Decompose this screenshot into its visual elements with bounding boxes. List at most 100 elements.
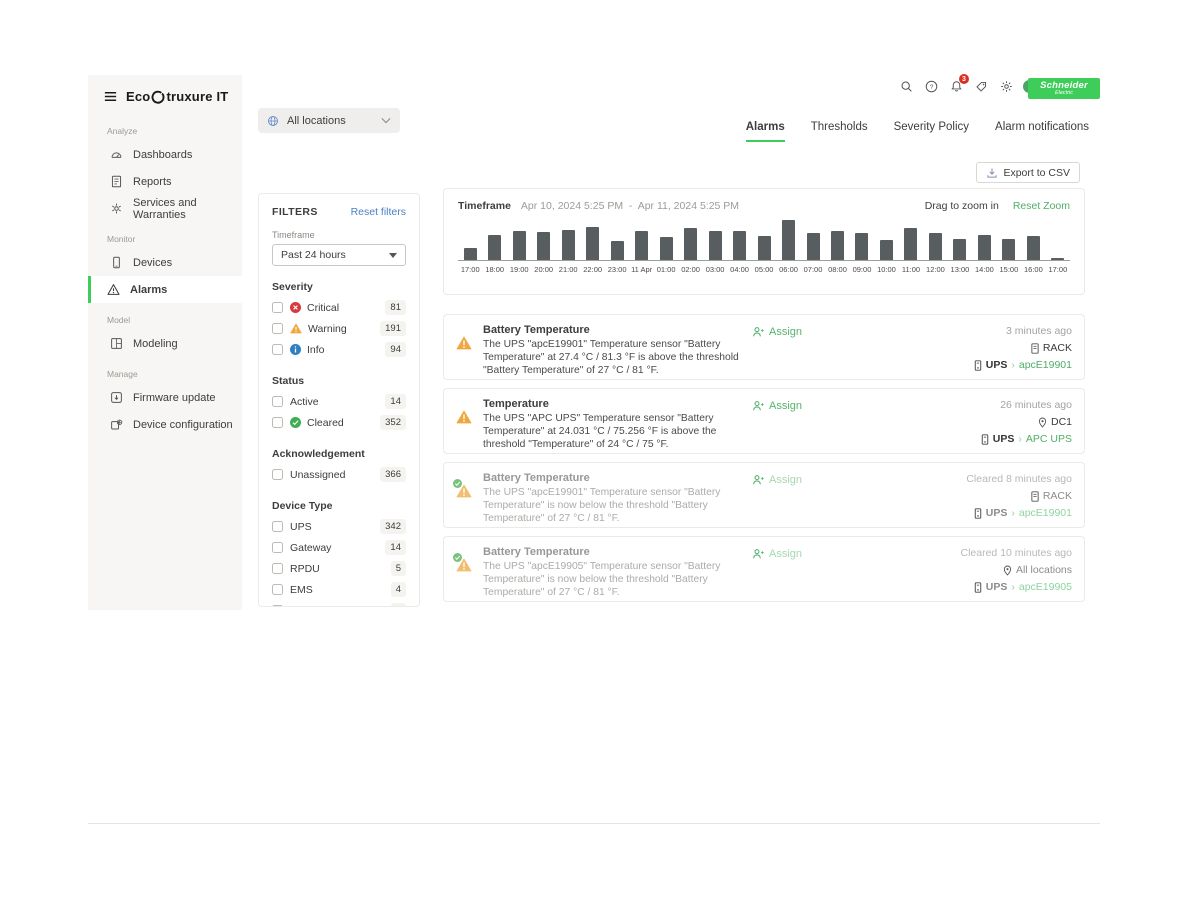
checkbox-ems[interactable]	[272, 584, 283, 595]
tab-thresholds[interactable]: Thresholds	[811, 121, 868, 142]
alarm-card[interactable]: Battery Temperature The UPS "apcE19901" …	[443, 462, 1085, 528]
checkbox-warning[interactable]	[272, 323, 283, 334]
checkbox-crac[interactable]	[272, 605, 283, 607]
ecostruxure-logo-icon	[150, 90, 166, 104]
settings-gear-icon[interactable]	[998, 78, 1014, 94]
sidebar-item-services-and-warranties[interactable]: Services and Warranties	[88, 195, 242, 222]
sidebar-item-devices[interactable]: Devices	[88, 249, 242, 276]
checkbox-active[interactable]	[272, 396, 283, 407]
checkbox-ups[interactable]	[272, 521, 283, 532]
histogram-x-label: 20:00	[531, 261, 555, 274]
alarm-time: Cleared 10 minutes ago	[901, 547, 1072, 559]
alarm-card[interactable]: Temperature The UPS "APC UPS" Temperatur…	[443, 388, 1085, 454]
assign-link[interactable]: Assign	[752, 400, 802, 412]
histogram-x-label: 19:00	[507, 261, 531, 274]
histogram-bar	[948, 221, 972, 260]
assign-person-icon	[752, 548, 764, 560]
filter-option-label: Info	[290, 344, 378, 356]
alarm-location-label: RACK	[1043, 490, 1072, 502]
alarm-histogram[interactable]: 17:0018:0019:0020:0021:0022:0023:0011 Ap…	[458, 221, 1070, 274]
sidebar-item-device-configuration[interactable]: Device configuration	[88, 411, 242, 438]
sidebar-section-label-manage: Manage	[88, 363, 242, 384]
checkbox-info[interactable]	[272, 344, 283, 355]
alarm-location[interactable]: RACK	[901, 490, 1072, 502]
histogram-x-label: 23:00	[605, 261, 629, 274]
timeframe-range-separator: -	[629, 200, 633, 212]
alarm-device-link[interactable]: APC UPS	[1026, 433, 1072, 445]
page: Eco truxure IT AnalyzeDashboardsReportsS…	[0, 0, 1200, 900]
histogram-bar	[801, 221, 825, 260]
histogram-x-label: 15:00	[997, 261, 1021, 274]
filter-count-badge: 191	[380, 321, 406, 336]
alarm-time: 26 minutes ago	[901, 399, 1072, 411]
alarms-icon	[107, 283, 120, 296]
sidebar-section-label-model: Model	[88, 309, 242, 330]
sidebar-item-modeling[interactable]: Modeling	[88, 330, 242, 357]
export-to-csv-button[interactable]: Export to CSV	[976, 162, 1080, 183]
search-icon[interactable]	[898, 78, 914, 94]
alarm-title: Battery Temperature	[483, 472, 743, 484]
alarm-location[interactable]: RACK	[901, 342, 1072, 354]
reset-zoom-link[interactable]: Reset Zoom	[1013, 200, 1070, 212]
alarm-device-link[interactable]: apcE19901	[1019, 359, 1072, 371]
notifications-bell-icon[interactable]: 3	[948, 78, 964, 94]
alarm-device-type: UPS	[993, 433, 1015, 445]
alarm-device-path: UPS › apcE19901	[901, 507, 1072, 519]
logo-row: Eco truxure IT	[88, 85, 242, 114]
alarm-location[interactable]: DC1	[901, 416, 1072, 428]
tab-alarm-notifications[interactable]: Alarm notifications	[995, 121, 1089, 142]
alarm-location[interactable]: All locations	[901, 564, 1072, 576]
timeframe-filter-label: Timeframe	[272, 230, 406, 240]
checkbox-rpdu[interactable]	[272, 563, 283, 574]
checkbox-gateway[interactable]	[272, 542, 283, 553]
checkbox-cleared[interactable]	[272, 417, 283, 428]
alarm-text: Temperature The UPS "APC UPS" Temperatur…	[483, 398, 743, 444]
assign-link[interactable]: Assign	[752, 548, 802, 560]
sidebar-item-alarms[interactable]: Alarms	[88, 276, 242, 303]
tab-alarms[interactable]: Alarms	[746, 121, 785, 142]
alarm-card[interactable]: Battery Temperature The UPS "apcE19905" …	[443, 536, 1085, 602]
alarm-location-label: DC1	[1051, 416, 1072, 428]
histogram-bar	[899, 221, 923, 260]
feedback-tag-icon[interactable]	[973, 78, 989, 94]
sidebar-item-firmware-update[interactable]: Firmware update	[88, 384, 242, 411]
alarm-card[interactable]: Battery Temperature The UPS "apcE19901" …	[443, 314, 1085, 380]
histogram-x-label: 10:00	[874, 261, 898, 274]
assign-person-icon	[752, 474, 764, 486]
filter-option-label: Gateway	[290, 542, 378, 554]
filter-count-badge: 342	[380, 519, 406, 534]
histogram-bar	[972, 221, 996, 260]
location-selector[interactable]: All locations	[258, 108, 400, 133]
sidebar-item-dashboards[interactable]: Dashboards	[88, 141, 242, 168]
svg-text:?: ?	[929, 83, 933, 90]
help-icon[interactable]: ?	[923, 78, 939, 94]
histogram-bar	[580, 221, 604, 260]
histogram-x-label: 05:00	[752, 261, 776, 274]
assign-link[interactable]: Assign	[752, 474, 802, 486]
filter-count-badge: 14	[385, 540, 406, 555]
alarm-device-link[interactable]: apcE19901	[1019, 507, 1072, 519]
histogram-x-label: 02:00	[678, 261, 702, 274]
assign-link[interactable]: Assign	[752, 326, 802, 338]
histogram-x-label: 08:00	[825, 261, 849, 274]
services-icon	[110, 202, 123, 215]
hamburger-menu-icon[interactable]	[103, 89, 118, 104]
filter-group-label-device-type: Device Type	[272, 500, 406, 512]
tab-severity-policy[interactable]: Severity Policy	[894, 121, 969, 142]
timeframe-filter-select[interactable]: Past 24 hours	[272, 244, 406, 266]
checkbox-unassigned[interactable]	[272, 469, 283, 480]
rack-icon	[1031, 343, 1039, 354]
sidebar-item-reports[interactable]: Reports	[88, 168, 242, 195]
alarm-device-link[interactable]: apcE19905	[1019, 581, 1072, 593]
alarm-severity	[456, 546, 474, 592]
schneider-electric-logo[interactable]: Schneider Electric	[1028, 78, 1100, 99]
schneider-logo-line2: Electric	[1055, 91, 1073, 97]
filter-group-label-status: Status	[272, 375, 406, 387]
warning-triangle-icon	[456, 336, 472, 350]
histogram-bar	[776, 221, 800, 260]
alarm-device-type: UPS	[986, 507, 1008, 519]
timeframe-range-start: Apr 10, 2024 5:25 PM	[521, 200, 623, 212]
histogram-bar	[654, 221, 678, 260]
reset-filters-link[interactable]: Reset filters	[351, 206, 406, 218]
checkbox-critical[interactable]	[272, 302, 283, 313]
